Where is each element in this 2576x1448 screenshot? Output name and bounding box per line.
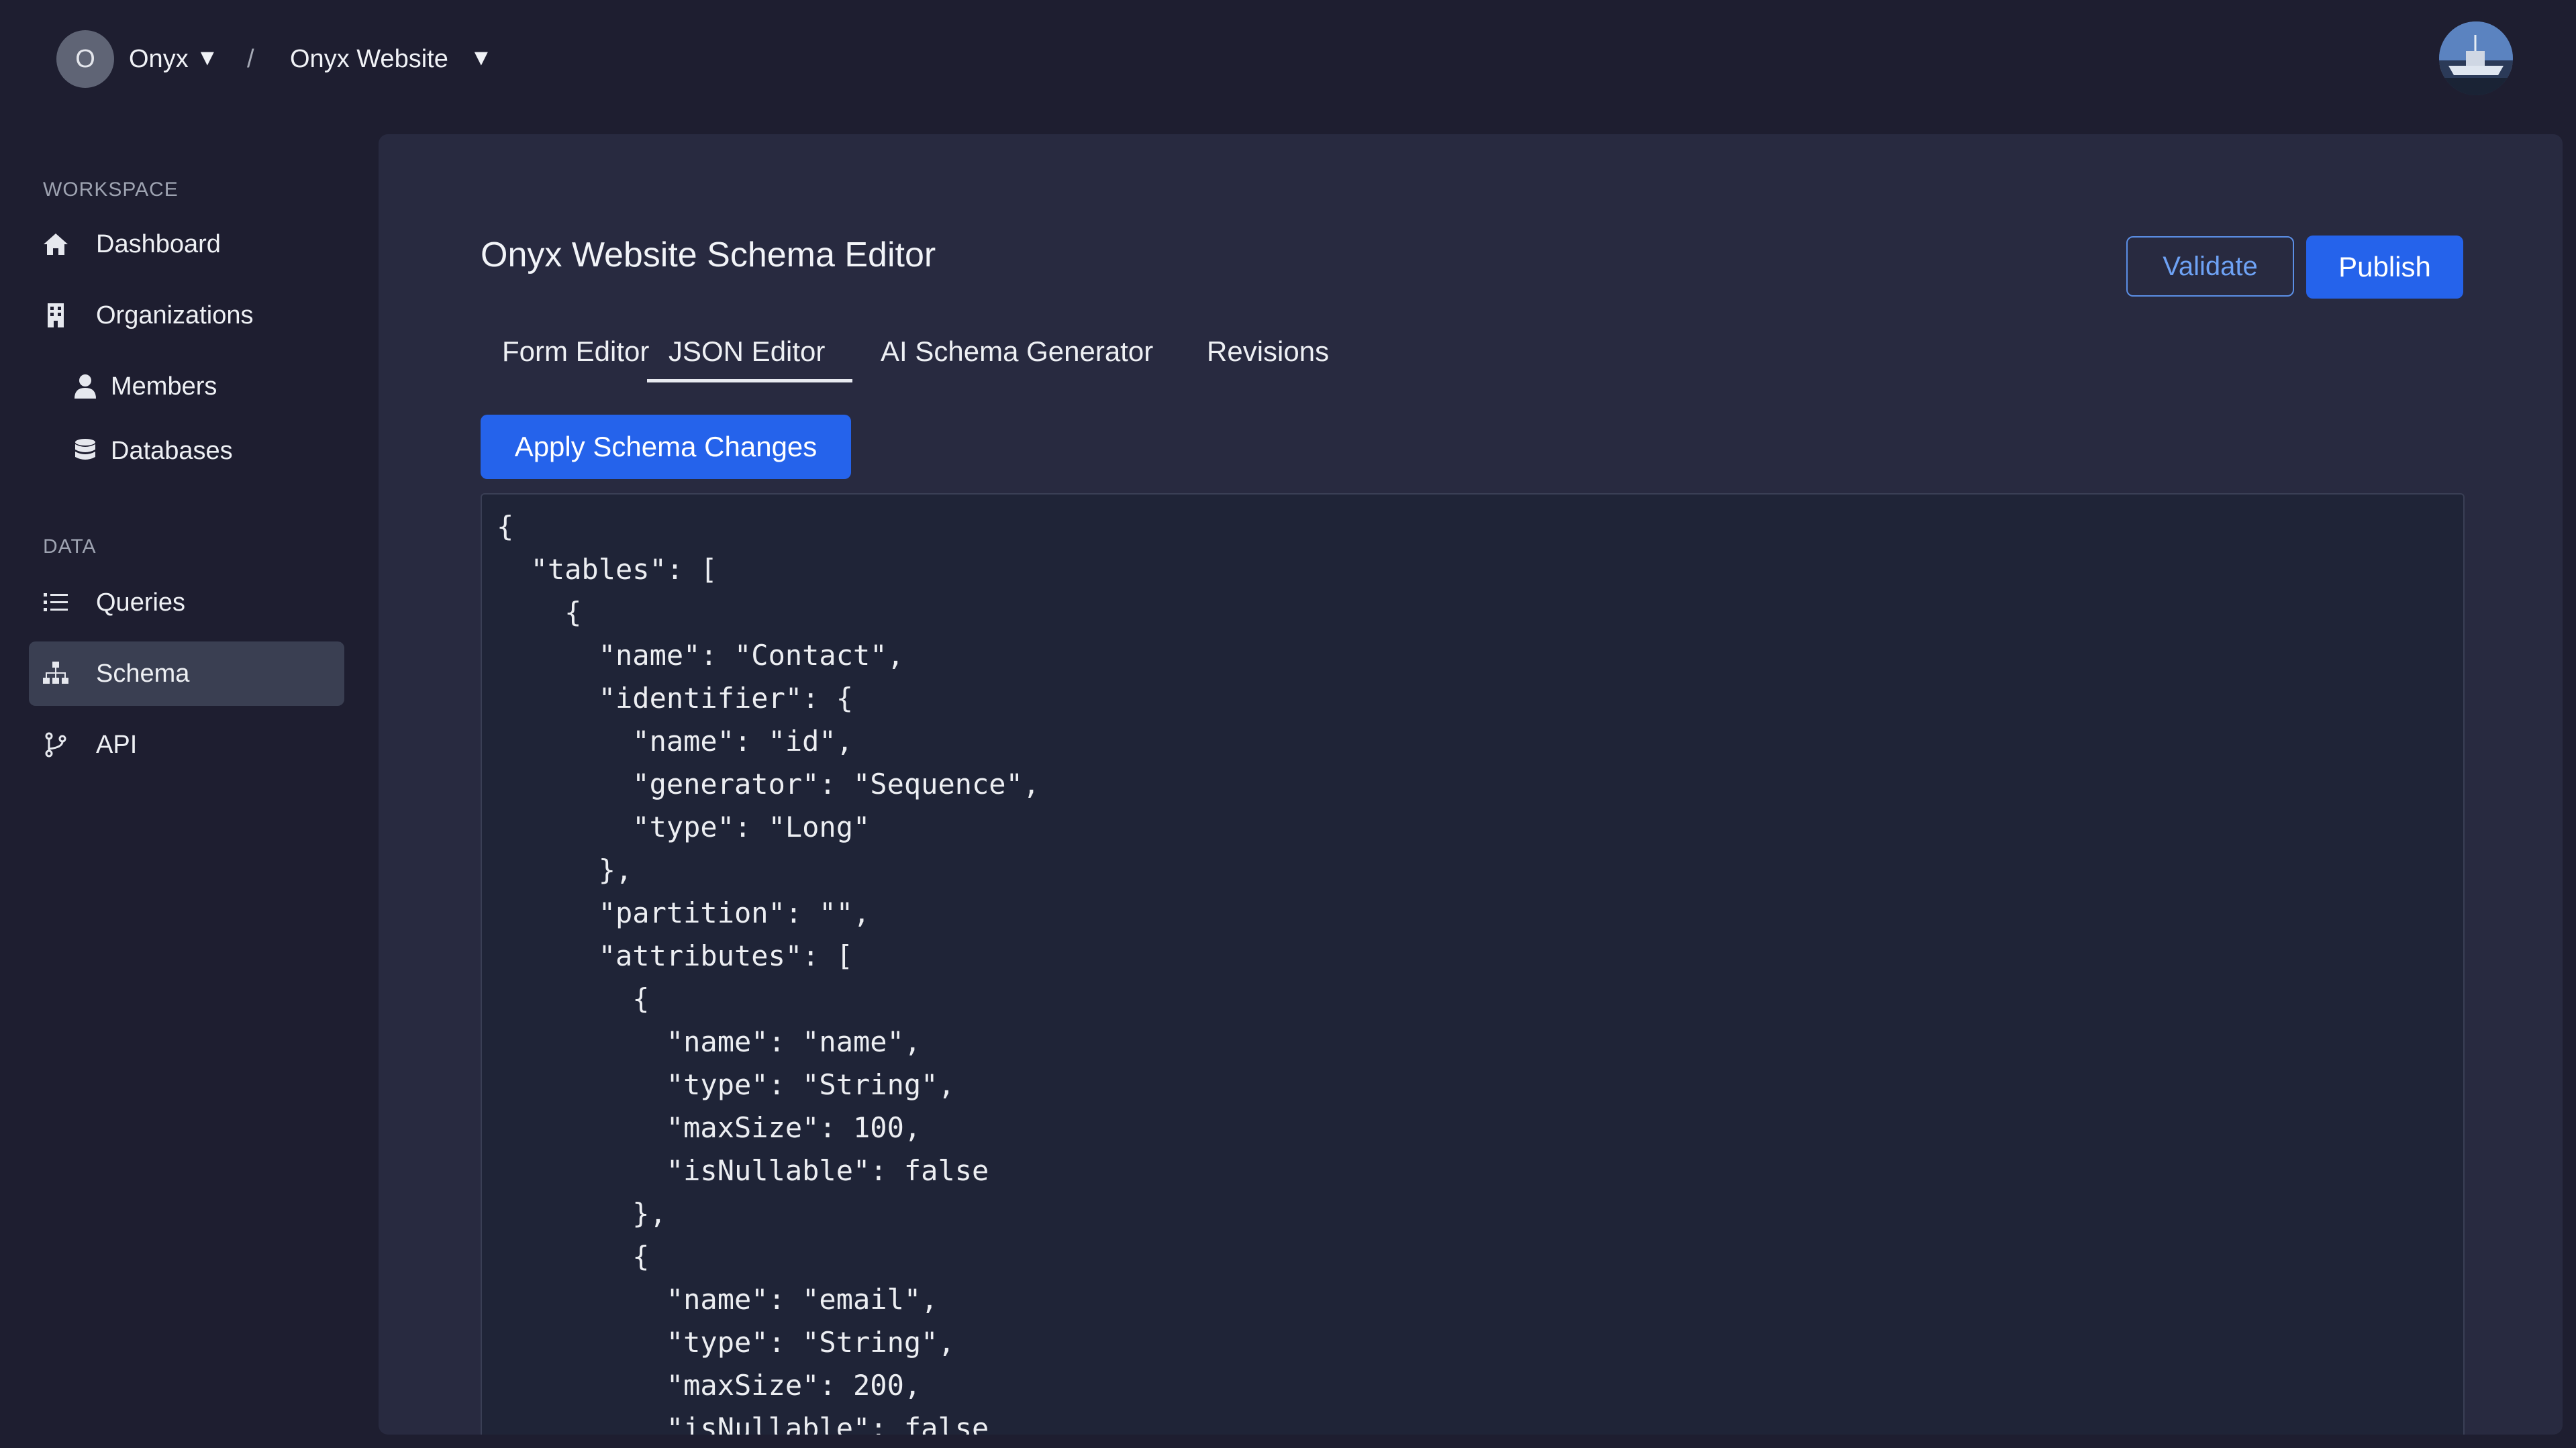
sidebar-item-organizations[interactable]: Organizations: [29, 283, 344, 348]
page-title: Onyx Website Schema Editor: [481, 236, 936, 274]
sidebar-item-label: Organizations: [96, 301, 254, 329]
sidebar-item-label: Schema: [96, 660, 190, 688]
user-avatar[interactable]: [2439, 21, 2513, 95]
avatar-photo-icon: [2439, 21, 2513, 95]
sidebar-item-api[interactable]: API: [29, 713, 344, 777]
sidebar-item-dashboard[interactable]: Dashboard: [29, 212, 344, 276]
breadcrumb-separator: /: [247, 45, 254, 73]
tab-ai-schema-generator[interactable]: AI Schema Generator: [881, 329, 1153, 382]
sidebar-item-schema[interactable]: Schema: [29, 641, 344, 706]
user-icon: [75, 374, 96, 399]
apply-schema-changes-button[interactable]: Apply Schema Changes: [481, 415, 851, 479]
section-label-data: DATA: [43, 535, 97, 558]
top-bar: O Onyx ▼ / Onyx Website ▼: [0, 0, 2576, 118]
sitemap-icon: [43, 662, 68, 684]
tab-revisions[interactable]: Revisions: [1207, 329, 1329, 382]
org-switcher[interactable]: Onyx: [129, 39, 189, 79]
section-label-workspace: WORKSPACE: [43, 178, 179, 201]
sidebar-item-label: Databases: [111, 437, 233, 465]
list-icon: [44, 593, 68, 611]
sidebar-item-label: Members: [111, 372, 217, 401]
sidebar-item-members[interactable]: Members: [29, 354, 344, 419]
tab-form-editor[interactable]: Form Editor: [502, 329, 649, 382]
home-icon: [44, 234, 68, 255]
sidebar: WORKSPACE Dashboard Organizations Member…: [0, 118, 376, 1448]
main-panel: Onyx Website Schema Editor Validate Publ…: [379, 134, 2563, 1435]
chevron-down-icon[interactable]: ▼: [470, 38, 493, 78]
org-avatar[interactable]: O: [56, 30, 114, 88]
json-editor-content[interactable]: { "tables": [ { "name": "Contact", "iden…: [482, 495, 2463, 1435]
database-icon: [75, 439, 95, 460]
sidebar-item-queries[interactable]: Queries: [29, 570, 344, 635]
sidebar-item-label: Dashboard: [96, 230, 221, 258]
json-editor[interactable]: { "tables": [ { "name": "Contact", "iden…: [481, 493, 2465, 1435]
sidebar-item-label: API: [96, 731, 138, 759]
sidebar-item-label: Queries: [96, 588, 186, 617]
sidebar-item-databases[interactable]: Databases: [29, 419, 344, 483]
code-branch-icon: [45, 732, 66, 758]
validate-button[interactable]: Validate: [2126, 236, 2294, 297]
publish-button[interactable]: Publish: [2306, 236, 2463, 299]
tab-json-editor[interactable]: JSON Editor: [647, 329, 852, 382]
chevron-down-icon[interactable]: ▼: [196, 38, 219, 78]
building-icon: [48, 303, 64, 327]
project-switcher[interactable]: Onyx Website: [290, 39, 448, 79]
